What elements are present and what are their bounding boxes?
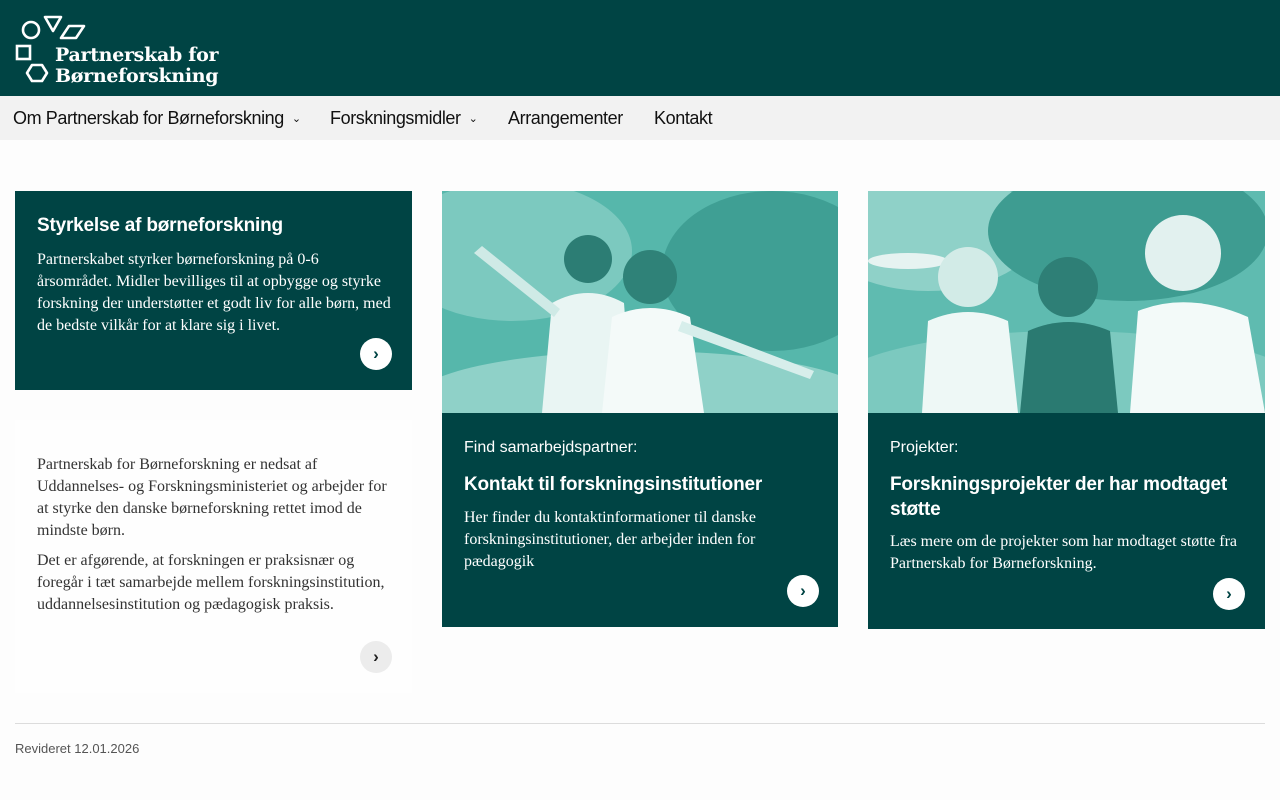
nav-item-label: Kontakt: [654, 108, 713, 128]
nav-item-label: Forskningsmidler: [330, 108, 461, 128]
card-title: Kontakt til forskningsinstitutioner: [464, 474, 763, 495]
nav-item-om-partnerskab[interactable]: Om Partnerskab for Børneforskning ⌄: [13, 96, 301, 140]
chevron-down-icon: ⌄: [291, 113, 301, 125]
nav-item-label: Om Partnerskab for Børneforskning: [13, 108, 284, 128]
logo-text-line1: Partnerskab for: [55, 44, 219, 66]
projects-card[interactable]: Projekter: Forskningsprojekter der har m…: [868, 191, 1265, 629]
main-nav: Om Partnerskab for Børneforskning ⌄ Forsk…: [0, 96, 1280, 140]
card-text: Her finder du kontaktinformationer til d…: [464, 509, 756, 570]
footer-divider: [15, 723, 1265, 724]
chevron-down-icon: ⌄: [468, 113, 478, 125]
arrow-right-icon[interactable]: ›: [360, 641, 392, 673]
card-kicker: Projekter:: [890, 439, 959, 456]
about-paragraph-2: Det er afgørende, at forskningen er prak…: [37, 552, 385, 613]
nav-item-label: Arrangementer: [508, 108, 623, 128]
card-text: Partnerskabet styrker børneforskning på …: [37, 251, 391, 334]
arrow-right-icon[interactable]: ›: [787, 575, 819, 607]
children-playing-image: [442, 191, 838, 413]
card-title: Styrkelse af børneforskning: [37, 215, 283, 236]
partner-card[interactable]: Find samarbejdspartner: Kontakt til fors…: [442, 191, 838, 627]
card-kicker: Find samarbejdspartner:: [464, 439, 638, 456]
nav-item-arrangementer[interactable]: Arrangementer: [508, 96, 623, 140]
logo-text-line2: Børneforskning: [55, 65, 219, 87]
arrow-right-icon[interactable]: ›: [360, 338, 392, 370]
about-card[interactable]: Partnerskab for Børneforskning er nedsat…: [15, 420, 412, 693]
card-title: Forskningsprojekter der har modtaget stø…: [890, 474, 1227, 520]
about-paragraph-1: Partnerskab for Børneforskning er nedsat…: [37, 456, 387, 539]
nav-item-kontakt[interactable]: Kontakt: [654, 96, 713, 140]
site-logo[interactable]: Partnerskab for Børneforskning: [15, 14, 219, 88]
card-text: Læs mere om de projekter som har modtage…: [890, 533, 1238, 572]
intro-card[interactable]: Styrkelse af børneforskning Partnerskabe…: [15, 191, 412, 390]
nav-item-forskningsmidler[interactable]: Forskningsmidler ⌄: [330, 96, 478, 140]
site-header: Partnerskab for Børneforskning: [0, 0, 1280, 96]
arrow-right-icon[interactable]: ›: [1213, 578, 1245, 610]
revised-date: Revideret 12.01.2026: [15, 741, 140, 756]
toddlers-playing-image: [868, 191, 1265, 413]
